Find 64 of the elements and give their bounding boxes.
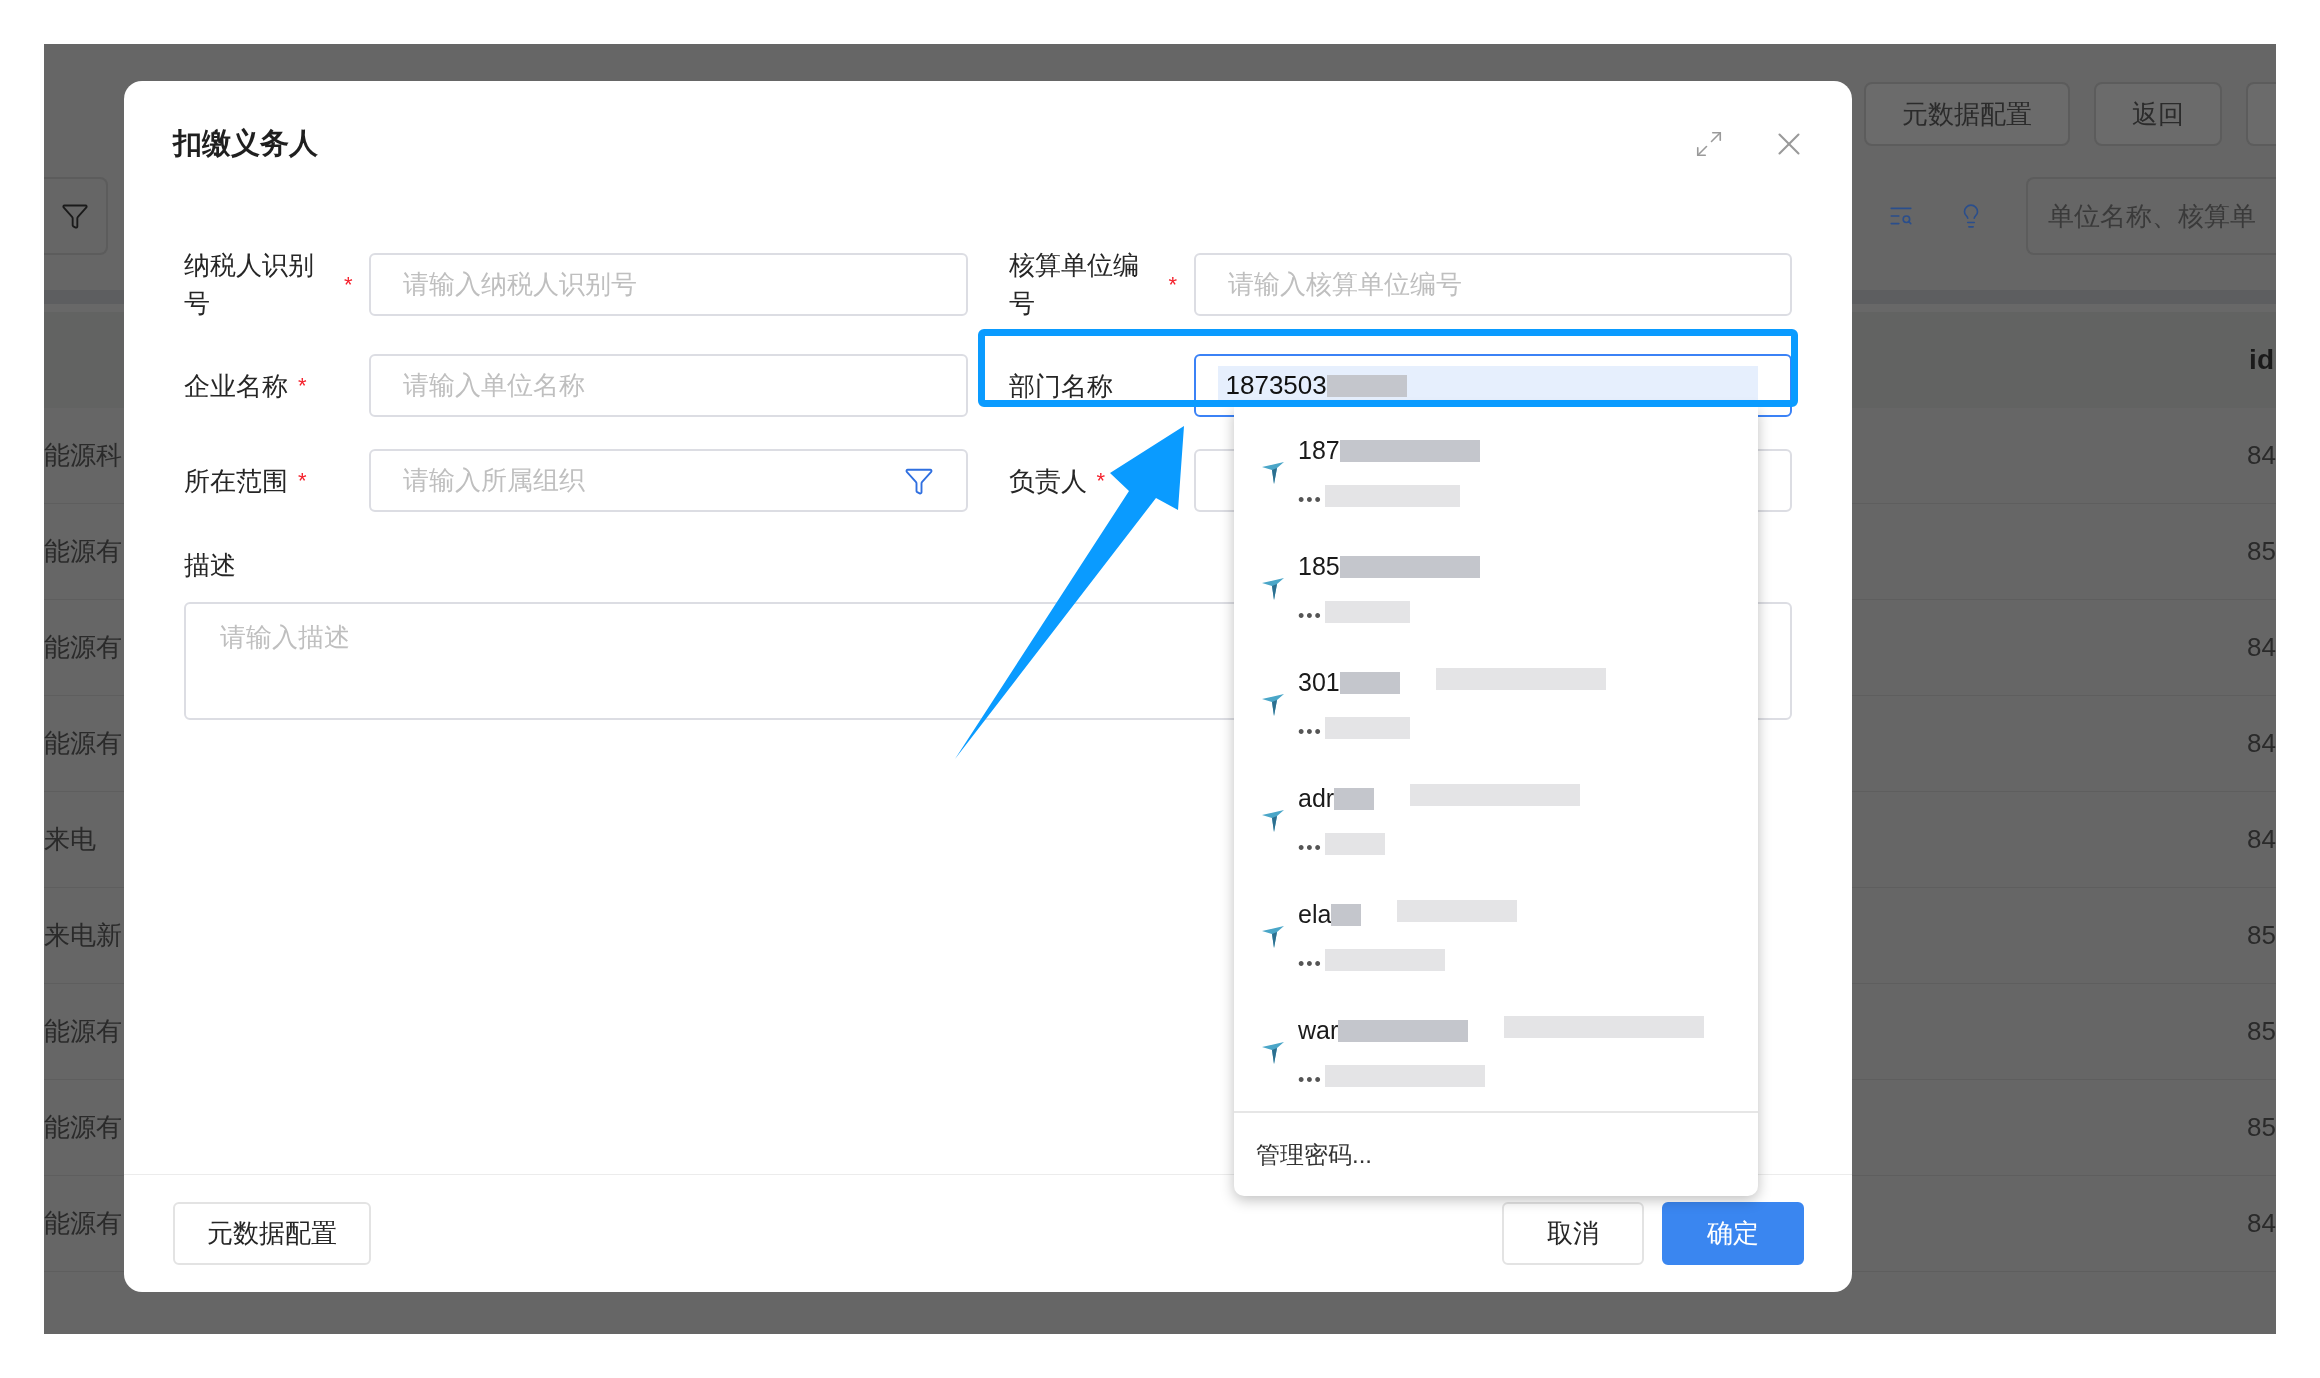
field-label: 描述 xyxy=(184,549,236,582)
input-field[interactable]: 请输入单位名称 xyxy=(369,354,968,417)
field-label: 负责人 xyxy=(1008,464,1087,498)
input-field[interactable]: 请输入纳税人识别号 xyxy=(369,252,968,316)
required-mark: * xyxy=(1168,270,1178,299)
required-mark: * xyxy=(298,467,307,495)
column-header: id xyxy=(2249,343,2274,377)
field-value: 1873503 xyxy=(1225,369,1327,402)
cancel-button[interactable]: 取消 xyxy=(1502,1202,1644,1265)
table-cell-text: 能源科 xyxy=(44,439,122,472)
blurred-block xyxy=(1334,787,1375,810)
blurred-block xyxy=(1324,833,1385,856)
masked-password: ••• xyxy=(1298,490,1323,509)
table-cell-text: 85 xyxy=(2247,535,2276,568)
blurred-block xyxy=(1339,671,1400,694)
toolbar-button[interactable] xyxy=(2246,82,2276,146)
suggestion-text: ela xyxy=(1298,898,1332,930)
required-mark: * xyxy=(1096,467,1106,495)
field-label: 纳税人识别号 xyxy=(184,249,315,320)
suggestion-item[interactable]: war ••• xyxy=(1234,995,1758,1111)
table-cell-text: 84 xyxy=(2247,823,2276,856)
masked-password: ••• xyxy=(1298,606,1323,625)
suggestion-text: war xyxy=(1298,1014,1339,1046)
blurred-block xyxy=(1331,903,1362,926)
table-cell-text: 84 xyxy=(2247,727,2276,760)
suggestion-text: 185 xyxy=(1298,550,1340,582)
masked-password: ••• xyxy=(1298,1070,1323,1089)
suggestion-text: 301 xyxy=(1298,666,1340,698)
table-cell-text: 能源有 xyxy=(44,1207,122,1240)
suggestion-text: adr xyxy=(1298,782,1335,814)
masked-password: ••• xyxy=(1298,838,1323,857)
field-label: 企业名称 xyxy=(184,369,288,403)
table-cell-text: 84 xyxy=(2247,439,2276,472)
suggestion-item[interactable]: adr ••• xyxy=(1234,763,1758,879)
masked-password: ••• xyxy=(1298,954,1323,973)
suggestion-text: 187 xyxy=(1298,434,1340,466)
table-cell-text: 能源有 xyxy=(44,727,122,760)
field-label: 部门名称 xyxy=(1008,369,1113,403)
table-cell-text: 85 xyxy=(2247,1111,2276,1144)
field-label: 所在范围 xyxy=(184,464,288,498)
filter-button[interactable] xyxy=(44,177,108,255)
required-mark: * xyxy=(298,372,307,400)
expand-icon[interactable] xyxy=(1694,129,1724,159)
table-cell-text: 84 xyxy=(2247,631,2276,664)
suggestion-item[interactable]: ela ••• xyxy=(1234,879,1758,995)
suggestion-item[interactable]: 187 ••• xyxy=(1234,415,1758,531)
masked-password: ••• xyxy=(1298,722,1323,741)
table-cell-text: 能源有 xyxy=(44,1015,122,1048)
table-cell-text: 来电新 xyxy=(44,919,122,952)
manage-passwords-link[interactable]: 管理密码... xyxy=(1256,1136,1372,1173)
table-cell-text: 85 xyxy=(2247,919,2276,952)
table-cell-text: 85 xyxy=(2247,1015,2276,1048)
dialog-title: 扣缴义务人 xyxy=(173,126,318,162)
table-cell-text: 能源有 xyxy=(44,535,122,568)
field-label: 核算单位编号 xyxy=(1008,249,1140,320)
table-cell-text: 能源有 xyxy=(44,1111,122,1144)
required-mark: * xyxy=(344,270,353,299)
table-cell-text: 能源有 xyxy=(44,631,122,664)
confirm-button[interactable]: 确定 xyxy=(1662,1202,1804,1265)
table-cell-text: 来电 xyxy=(44,823,96,856)
input-field[interactable]: 请输入核算单位编号 xyxy=(1193,252,1792,316)
table-cell-text: 84 xyxy=(2247,1207,2276,1240)
metadata-config-button[interactable]: 元数据配置 xyxy=(173,1202,371,1265)
filter-icon xyxy=(61,202,89,230)
